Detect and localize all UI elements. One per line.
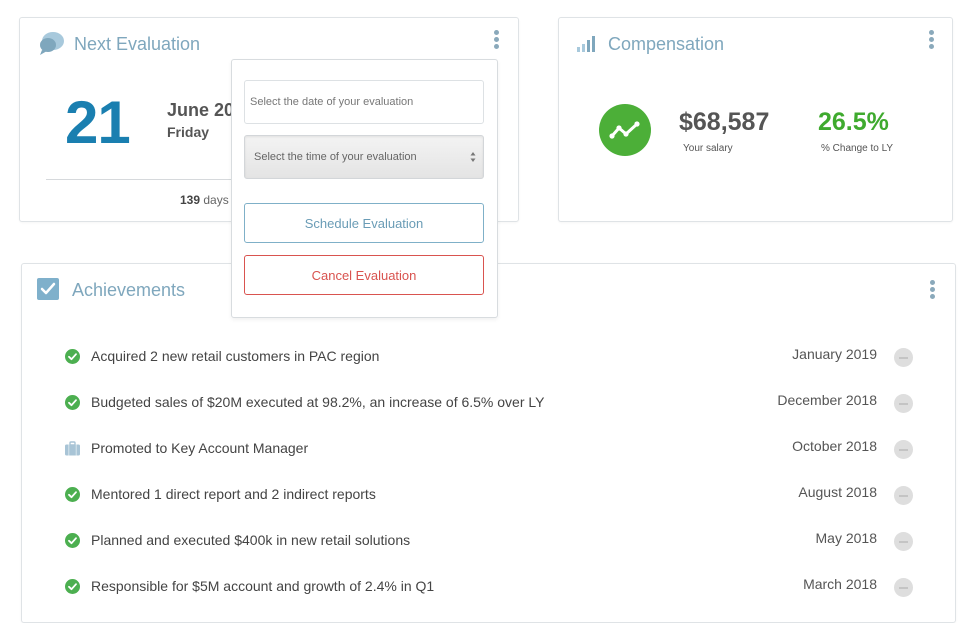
compensation-menu-icon[interactable] [925,30,937,52]
bar-signal-icon [577,36,595,52]
achievements-menu-icon[interactable] [926,280,938,302]
evaluation-divider [46,179,246,180]
achievement-date: December 2018 [777,392,877,408]
achievement-text: Planned and executed $400k in new retail… [91,532,411,548]
next-evaluation-title: Next Evaluation [74,34,201,54]
evaluation-time-select-label: Select the time of your evaluation [254,151,417,163]
select-arrows-icon [470,152,476,162]
achievement-date: March 2018 [803,576,877,592]
achievement-row: Promoted to Key Account Manager October … [22,434,957,464]
evaluation-popover: Select the time of your evaluation Sched… [231,59,498,318]
achievement-row: Budgeted sales of $20M executed at 98.2%… [22,388,957,418]
next-evaluation-menu-icon[interactable] [490,30,502,52]
briefcase-icon [65,441,80,456]
trend-icon [599,104,651,156]
check-circle-icon [65,533,80,548]
remove-achievement-button[interactable] [894,394,913,413]
check-circle-icon [65,395,80,410]
check-circle-icon [65,487,80,502]
salary-change-value: 26.5% [818,108,889,136]
schedule-evaluation-button[interactable]: Schedule Evaluation [244,203,484,243]
remove-achievement-button[interactable] [894,440,913,459]
achievements-title: Achievements [72,280,186,300]
achievement-text: Mentored 1 direct report and 2 indirect … [91,486,376,502]
evaluation-date-input[interactable] [244,80,484,124]
salary-value: $68,587 [679,108,770,136]
check-circle-icon [65,349,80,364]
check-circle-icon [65,579,80,594]
evaluation-weekday: Friday [167,124,210,140]
achievement-row: Responsible for $5M account and growth o… [22,572,957,602]
days-until-evaluation: 139 days [180,193,229,207]
remove-achievement-button[interactable] [894,348,913,367]
achievement-text: Acquired 2 new retail customers in PAC r… [91,348,380,364]
achievement-date: October 2018 [792,438,877,454]
evaluation-month: June 20 [167,100,235,120]
days-count: 139 [180,193,201,207]
achievement-date: May 2018 [815,530,877,546]
cancel-evaluation-button[interactable]: Cancel Evaluation [244,255,484,295]
achievement-row: Planned and executed $400k in new retail… [22,526,957,556]
remove-achievement-button[interactable] [894,486,913,505]
achievement-date: August 2018 [798,484,877,500]
chat-bubbles-icon [40,32,64,55]
evaluation-day: 21 [65,89,131,156]
achievement-text: Budgeted sales of $20M executed at 98.2%… [91,394,545,410]
compensation-card: Compensation $68,587 Your salary 26.5% %… [558,17,953,222]
evaluation-time-select[interactable]: Select the time of your evaluation [244,135,484,179]
achievement-row: Acquired 2 new retail customers in PAC r… [22,342,957,372]
achievement-text: Responsible for $5M account and growth o… [91,578,435,594]
remove-achievement-button[interactable] [894,578,913,597]
achievement-row: Mentored 1 direct report and 2 indirect … [22,480,957,510]
salary-label: Your salary [683,143,733,154]
days-suffix: days [200,193,229,207]
achievement-date: January 2019 [792,346,877,362]
remove-achievement-button[interactable] [894,532,913,551]
checkbox-icon [37,278,59,300]
achievement-text: Promoted to Key Account Manager [91,440,309,456]
compensation-title: Compensation [608,34,725,54]
salary-change-label: % Change to LY [821,143,894,154]
